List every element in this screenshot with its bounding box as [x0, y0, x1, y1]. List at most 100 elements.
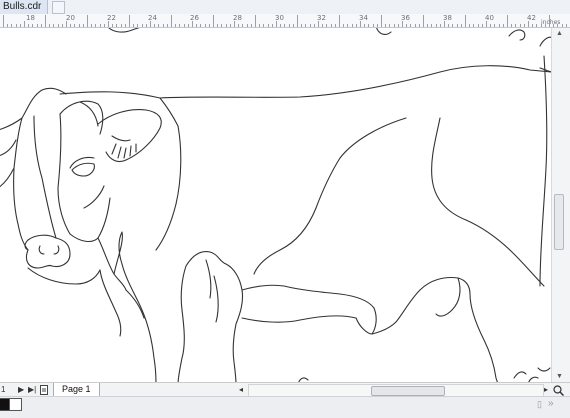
ruler-tick	[351, 24, 353, 27]
ruler-tick	[213, 15, 214, 27]
drawing-path	[539, 55, 548, 287]
ruler-tick	[229, 24, 231, 27]
ruler-tick	[91, 24, 93, 27]
ruler-tick	[347, 24, 349, 27]
drawing-path	[27, 267, 101, 285]
horizontal-ruler[interactable]: 18 20 22 24 26 28 30 32 34 36 38 40 42 i…	[0, 14, 570, 28]
ruler-tick	[183, 24, 185, 27]
drawing-path	[513, 371, 527, 379]
ruler-tick	[557, 24, 559, 27]
status-bar: ▯ »	[0, 396, 570, 418]
drawing-path	[0, 87, 67, 130]
ruler-tick	[481, 24, 483, 27]
horizontal-scroll-thumb[interactable]	[371, 386, 445, 396]
ruler-tick	[544, 24, 546, 27]
ruler-tick	[124, 24, 126, 27]
chevrons-right-icon[interactable]: »	[548, 398, 554, 409]
ruler-tick	[389, 24, 391, 27]
ruler-tick	[326, 24, 328, 27]
ruler-label: 20	[66, 14, 75, 22]
drawing-path	[537, 367, 551, 372]
ruler-tick	[292, 24, 294, 27]
ruler-tick	[15, 24, 17, 27]
scroll-up-icon[interactable]: ▲	[556, 30, 563, 37]
ruler-tick	[523, 24, 525, 27]
scroll-left-icon[interactable]: ◂	[239, 385, 243, 395]
ruler-tick	[498, 24, 500, 27]
ruler-tick	[334, 24, 336, 27]
ruler-tick	[381, 15, 382, 27]
ruler-tick	[284, 24, 286, 27]
ruler-tick	[309, 24, 311, 27]
ruler-tick	[267, 24, 269, 27]
ruler-tick	[305, 24, 307, 27]
expand-icon[interactable]: ▯	[537, 399, 542, 410]
drawing-path	[435, 277, 461, 317]
drawing-canvas[interactable]	[0, 28, 551, 382]
ruler-tick	[511, 24, 513, 27]
ruler-tick	[410, 24, 412, 27]
ruler-tick	[549, 15, 550, 27]
ruler-tick	[460, 24, 462, 27]
ruler-tick	[397, 24, 399, 27]
page-navigation-bar: 1 ▶ ▶| Page 1 ◂ ▸	[0, 382, 570, 397]
ruler-tick	[57, 24, 59, 27]
ruler-tick	[435, 24, 437, 27]
document-tab[interactable]: Bulls.cdr	[0, 0, 49, 14]
new-tab-icon[interactable]	[52, 1, 65, 14]
drawing-path	[24, 234, 71, 269]
ruler-tick	[418, 24, 420, 27]
ruler-tick	[217, 24, 219, 27]
bull-outline-drawing[interactable]	[0, 28, 551, 382]
ruler-tick	[431, 24, 433, 27]
document-tab-bar: Bulls.cdr	[0, 0, 570, 15]
ruler-tick	[40, 24, 42, 27]
ruler-tick	[141, 24, 143, 27]
vertical-scrollbar[interactable]: ▲ ▼	[551, 28, 570, 382]
next-page-icon[interactable]: ▶	[18, 385, 24, 395]
page-tab-label: Page 1	[62, 384, 91, 394]
ruler-tick	[561, 24, 563, 27]
ruler-tick	[238, 24, 240, 27]
drawing-path	[177, 265, 187, 382]
drawing-path	[13, 117, 29, 251]
ruler-tick	[465, 15, 466, 27]
ruler-tick	[490, 24, 492, 27]
drawing-path	[465, 219, 545, 287]
ruler-tick	[565, 24, 567, 27]
scroll-right-icon[interactable]: ▸	[544, 385, 548, 395]
ruler-tick	[162, 24, 164, 27]
ruler-tick	[456, 24, 458, 27]
ruler-tick	[414, 24, 416, 27]
drawing-path	[205, 259, 212, 299]
scroll-down-icon[interactable]: ▼	[556, 373, 563, 380]
page-tab[interactable]: Page 1	[53, 383, 100, 397]
ruler-tick	[343, 24, 345, 27]
outline-color-swatch[interactable]	[9, 398, 22, 411]
ruler-tick	[288, 24, 290, 27]
ruler-tick	[204, 24, 206, 27]
ruler-tick	[49, 24, 51, 27]
ruler-tick	[133, 24, 135, 27]
ruler-tick	[280, 24, 282, 27]
drawing-path	[113, 231, 157, 382]
ruler-tick	[120, 24, 122, 27]
vertical-scroll-thumb[interactable]	[554, 194, 564, 250]
ruler-tick	[11, 24, 13, 27]
ruler-tick	[364, 24, 366, 27]
ruler-tick	[469, 24, 471, 27]
last-page-icon[interactable]: ▶|	[28, 385, 36, 395]
ruler-tick	[393, 24, 395, 27]
drawing-path	[539, 36, 551, 47]
ruler-tick	[519, 24, 521, 27]
drawing-path	[59, 100, 104, 135]
drawing-path	[376, 28, 392, 35]
drawing-path	[69, 156, 95, 169]
ruler-tick	[166, 24, 168, 27]
ruler-tick	[175, 24, 177, 27]
ruler-tick	[494, 24, 496, 27]
ruler-tick	[116, 24, 118, 27]
ruler-tick	[74, 24, 76, 27]
ruler-tick	[532, 24, 534, 27]
page-number: 1	[1, 385, 6, 394]
